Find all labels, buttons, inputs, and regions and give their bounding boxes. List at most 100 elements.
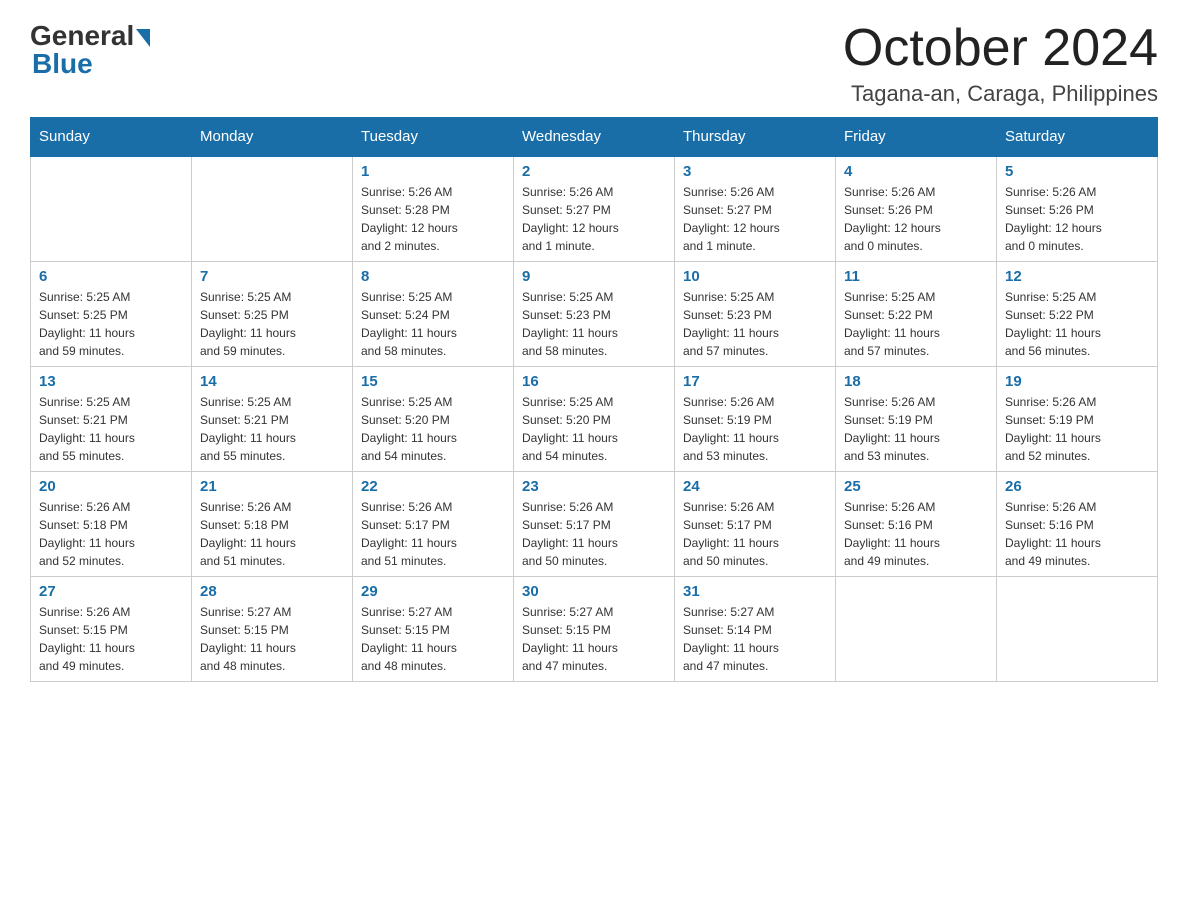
day-number: 5: [1005, 163, 1149, 180]
calendar-cell: 5 Sunrise: 5:26 AMSunset: 5:26 PMDaylight…: [997, 156, 1158, 262]
day-info: Sunrise: 5:27 AMSunset: 5:15 PMDaylight:…: [361, 603, 505, 675]
page-header: General Blue October 2024 Tagana-an, Car…: [30, 20, 1158, 107]
calendar-cell: [192, 156, 353, 262]
day-info: Sunrise: 5:26 AMSunset: 5:18 PMDaylight:…: [39, 498, 183, 570]
calendar-cell: 26 Sunrise: 5:26 AMSunset: 5:16 PMDayligh…: [997, 472, 1158, 577]
day-number: 29: [361, 583, 505, 600]
day-info: Sunrise: 5:25 AMSunset: 5:20 PMDaylight:…: [522, 393, 666, 465]
weekday-header-tuesday: Tuesday: [353, 118, 514, 157]
day-number: 13: [39, 373, 183, 390]
calendar-cell: 22 Sunrise: 5:26 AMSunset: 5:17 PMDayligh…: [353, 472, 514, 577]
logo-arrow-icon: [136, 29, 150, 47]
location-title: Tagana-an, Caraga, Philippines: [843, 81, 1158, 107]
month-title: October 2024: [843, 20, 1158, 77]
day-info: Sunrise: 5:26 AMSunset: 5:17 PMDaylight:…: [361, 498, 505, 570]
calendar-cell: 6 Sunrise: 5:25 AMSunset: 5:25 PMDaylight…: [31, 262, 192, 367]
calendar-cell: 17Sunrise: 5:26 AMSunset: 5:19 PMDayligh…: [675, 367, 836, 472]
day-number: 16: [522, 373, 666, 390]
day-number: 25: [844, 478, 988, 495]
day-number: 24: [683, 478, 827, 495]
logo-blue-text: Blue: [30, 50, 93, 78]
calendar-table: SundayMondayTuesdayWednesdayThursdayFrid…: [30, 117, 1158, 682]
day-number: 20: [39, 478, 183, 495]
day-number: 28: [200, 583, 344, 600]
day-number: 9: [522, 268, 666, 285]
day-number: 11: [844, 268, 988, 285]
calendar-cell: 21 Sunrise: 5:26 AMSunset: 5:18 PMDayligh…: [192, 472, 353, 577]
calendar-week-row: 27Sunrise: 5:26 AMSunset: 5:15 PMDayligh…: [31, 577, 1158, 682]
calendar-cell: 12Sunrise: 5:25 AMSunset: 5:22 PMDayligh…: [997, 262, 1158, 367]
day-info: Sunrise: 5:26 AMSunset: 5:16 PMDaylight:…: [1005, 498, 1149, 570]
day-number: 22: [361, 478, 505, 495]
day-number: 26: [1005, 478, 1149, 495]
calendar-cell: 30 Sunrise: 5:27 AMSunset: 5:15 PMDayligh…: [514, 577, 675, 682]
calendar-cell: 11 Sunrise: 5:25 AMSunset: 5:22 PMDayligh…: [836, 262, 997, 367]
day-info: Sunrise: 5:26 AMSunset: 5:17 PMDaylight:…: [522, 498, 666, 570]
day-info: Sunrise: 5:25 AMSunset: 5:23 PMDaylight:…: [683, 288, 827, 360]
day-number: 23: [522, 478, 666, 495]
logo: General Blue: [30, 20, 150, 78]
calendar-cell: [31, 156, 192, 262]
calendar-cell: 2Sunrise: 5:26 AMSunset: 5:27 PMDaylight…: [514, 156, 675, 262]
calendar-cell: 13 Sunrise: 5:25 AMSunset: 5:21 PMDayligh…: [31, 367, 192, 472]
day-number: 31: [683, 583, 827, 600]
day-number: 3: [683, 163, 827, 180]
calendar-cell: 10 Sunrise: 5:25 AMSunset: 5:23 PMDayligh…: [675, 262, 836, 367]
day-info: Sunrise: 5:26 AMSunset: 5:18 PMDaylight:…: [200, 498, 344, 570]
day-number: 6: [39, 268, 183, 285]
weekday-header-monday: Monday: [192, 118, 353, 157]
calendar-week-row: 6 Sunrise: 5:25 AMSunset: 5:25 PMDaylight…: [31, 262, 1158, 367]
day-info: Sunrise: 5:27 AMSunset: 5:15 PMDaylight:…: [522, 603, 666, 675]
day-info: Sunrise: 5:25 AMSunset: 5:25 PMDaylight:…: [39, 288, 183, 360]
day-number: 15: [361, 373, 505, 390]
calendar-cell: [836, 577, 997, 682]
calendar-cell: 31Sunrise: 5:27 AMSunset: 5:14 PMDayligh…: [675, 577, 836, 682]
day-number: 17: [683, 373, 827, 390]
day-number: 4: [844, 163, 988, 180]
calendar-cell: 7Sunrise: 5:25 AMSunset: 5:25 PMDaylight…: [192, 262, 353, 367]
day-info: Sunrise: 5:26 AMSunset: 5:16 PMDaylight:…: [844, 498, 988, 570]
day-info: Sunrise: 5:26 AMSunset: 5:26 PMDaylight:…: [844, 183, 988, 255]
calendar-cell: 1Sunrise: 5:26 AMSunset: 5:28 PMDaylight…: [353, 156, 514, 262]
weekday-header-wednesday: Wednesday: [514, 118, 675, 157]
calendar-cell: [997, 577, 1158, 682]
day-info: Sunrise: 5:25 AMSunset: 5:23 PMDaylight:…: [522, 288, 666, 360]
day-number: 21: [200, 478, 344, 495]
day-info: Sunrise: 5:25 AMSunset: 5:22 PMDaylight:…: [1005, 288, 1149, 360]
calendar-cell: 3 Sunrise: 5:26 AMSunset: 5:27 PMDaylight…: [675, 156, 836, 262]
day-number: 30: [522, 583, 666, 600]
weekday-header-saturday: Saturday: [997, 118, 1158, 157]
day-info: Sunrise: 5:25 AMSunset: 5:22 PMDaylight:…: [844, 288, 988, 360]
weekday-header-row: SundayMondayTuesdayWednesdayThursdayFrid…: [31, 118, 1158, 157]
day-number: 19: [1005, 373, 1149, 390]
day-number: 14: [200, 373, 344, 390]
weekday-header-sunday: Sunday: [31, 118, 192, 157]
day-info: Sunrise: 5:25 AMSunset: 5:21 PMDaylight:…: [200, 393, 344, 465]
day-info: Sunrise: 5:25 AMSunset: 5:24 PMDaylight:…: [361, 288, 505, 360]
calendar-cell: 20 Sunrise: 5:26 AMSunset: 5:18 PMDayligh…: [31, 472, 192, 577]
calendar-cell: 8 Sunrise: 5:25 AMSunset: 5:24 PMDaylight…: [353, 262, 514, 367]
weekday-header-thursday: Thursday: [675, 118, 836, 157]
day-info: Sunrise: 5:26 AMSunset: 5:19 PMDaylight:…: [844, 393, 988, 465]
day-info: Sunrise: 5:25 AMSunset: 5:21 PMDaylight:…: [39, 393, 183, 465]
calendar-cell: 15Sunrise: 5:25 AMSunset: 5:20 PMDayligh…: [353, 367, 514, 472]
calendar-cell: 29 Sunrise: 5:27 AMSunset: 5:15 PMDayligh…: [353, 577, 514, 682]
day-number: 27: [39, 583, 183, 600]
day-number: 1: [361, 163, 505, 180]
calendar-cell: 19 Sunrise: 5:26 AMSunset: 5:19 PMDayligh…: [997, 367, 1158, 472]
day-info: Sunrise: 5:26 AMSunset: 5:27 PMDaylight:…: [683, 183, 827, 255]
calendar-cell: 16 Sunrise: 5:25 AMSunset: 5:20 PMDayligh…: [514, 367, 675, 472]
day-number: 8: [361, 268, 505, 285]
calendar-cell: 14 Sunrise: 5:25 AMSunset: 5:21 PMDayligh…: [192, 367, 353, 472]
day-info: Sunrise: 5:26 AMSunset: 5:27 PMDaylight:…: [522, 183, 666, 255]
day-info: Sunrise: 5:26 AMSunset: 5:26 PMDaylight:…: [1005, 183, 1149, 255]
calendar-week-row: 1Sunrise: 5:26 AMSunset: 5:28 PMDaylight…: [31, 156, 1158, 262]
day-number: 10: [683, 268, 827, 285]
day-number: 7: [200, 268, 344, 285]
day-number: 18: [844, 373, 988, 390]
calendar-cell: 25 Sunrise: 5:26 AMSunset: 5:16 PMDayligh…: [836, 472, 997, 577]
calendar-cell: 9 Sunrise: 5:25 AMSunset: 5:23 PMDaylight…: [514, 262, 675, 367]
day-info: Sunrise: 5:26 AMSunset: 5:19 PMDaylight:…: [1005, 393, 1149, 465]
title-area: October 2024 Tagana-an, Caraga, Philippi…: [843, 20, 1158, 107]
calendar-cell: 18 Sunrise: 5:26 AMSunset: 5:19 PMDayligh…: [836, 367, 997, 472]
